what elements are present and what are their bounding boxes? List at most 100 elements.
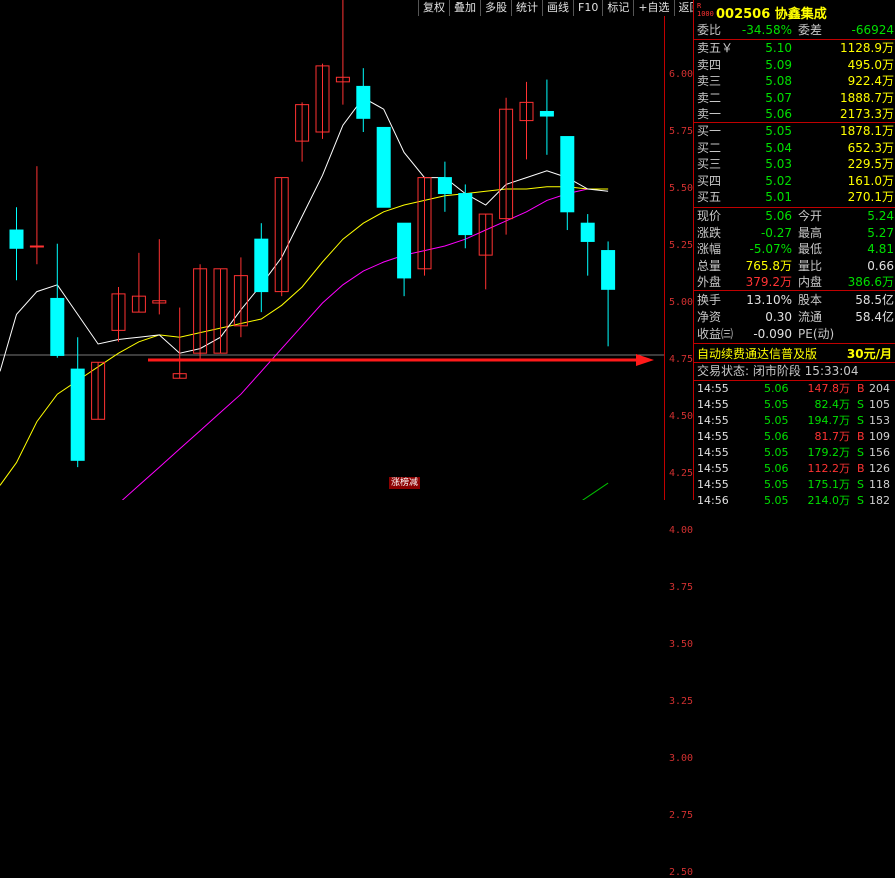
candle-down: [254, 238, 269, 293]
candle-down: [70, 368, 85, 461]
weicha-value: -66924: [851, 23, 894, 37]
tick-time: 14:55: [697, 462, 729, 475]
book-volume: 161.0万: [847, 173, 894, 188]
tick-row[interactable]: 14:55 5.05 175.1万 S 118: [694, 477, 895, 493]
toolbar-btn-7[interactable]: +自选: [634, 0, 675, 16]
toolbar-btn-4[interactable]: 画线: [543, 0, 574, 16]
axis-tick-label: 3.25: [669, 696, 694, 707]
stat-value: 765.8万: [745, 258, 792, 273]
stat-label: 外盘: [697, 275, 722, 290]
book-price: 5.05: [765, 124, 792, 138]
stats-row: 外盘 379.2万 内盘 386.6万: [694, 274, 895, 290]
bid-row[interactable]: 买一 5.05 1878.1万: [694, 123, 895, 139]
toolbar-btn-0[interactable]: 复权: [419, 0, 450, 16]
stock-header: R 1000 002506 协鑫集成: [694, 0, 895, 22]
banner-text[interactable]: 自动续费通达信普及版: [697, 345, 817, 362]
bid-row[interactable]: 买二 5.04 652.3万: [694, 140, 895, 156]
tick-price: 5.06: [764, 462, 789, 475]
axis-tick-label: 3.50: [669, 639, 694, 650]
stat-label: 总量: [697, 258, 722, 273]
tick-row[interactable]: 14:55 5.05 179.2万 S 156: [694, 445, 895, 461]
tick-time: 14:55: [697, 414, 729, 427]
axis-tick-label: 5.00: [669, 297, 694, 308]
tick-row[interactable]: 14:55 5.05 194.7万 S 153: [694, 413, 895, 429]
trade-status-text: 交易状态: 闭市阶段 15:33:04: [697, 364, 859, 378]
stat-label-2: 量比: [798, 258, 823, 273]
stat-label: 收益㈢: [697, 327, 734, 341]
stats-row: 总量 765.8万 量比 0.66: [694, 258, 895, 274]
book-volume: 922.4万: [847, 74, 894, 89]
book-label: 买一: [697, 124, 722, 138]
stat-value-2: 386.6万: [847, 275, 894, 290]
stat-label-2: 流通: [798, 310, 823, 324]
axis-tick-label: 3.00: [669, 753, 694, 764]
rank-badge[interactable]: 涨榜减: [389, 477, 421, 489]
book-label: 卖一: [697, 107, 722, 122]
ma5-line: [0, 97, 609, 372]
tick-row[interactable]: 14:55 5.06 147.8万 B 204: [694, 381, 895, 397]
book-label: 卖四: [697, 57, 722, 72]
ask-row[interactable]: 卖三 5.08 922.4万: [694, 73, 895, 89]
book-label: 买三: [697, 157, 722, 172]
tick-row[interactable]: 14:56 5.05 214.0万 S 182: [694, 493, 895, 509]
tick-time: 14:55: [697, 446, 729, 459]
support-arrow-head: [636, 354, 654, 366]
book-label: 买五: [697, 190, 722, 205]
axis-tick-label: 4.75: [669, 354, 694, 365]
fund-row: 换手 13.10% 股本 58.5亿: [694, 292, 895, 308]
book-label: 卖二: [697, 90, 722, 105]
stat-label-2: 今开: [798, 209, 823, 223]
tick-price: 5.05: [764, 446, 789, 459]
stat-value: -5.07%: [749, 242, 792, 257]
tick-price: 5.06: [764, 382, 789, 395]
tick-row[interactable]: 14:55 5.06 112.2万 B 126: [694, 461, 895, 477]
ask-row[interactable]: 卖四 5.09 495.0万: [694, 57, 895, 73]
banner-price[interactable]: 30元/月: [847, 345, 892, 362]
candle-down: [356, 85, 371, 119]
toolbar-btn-1[interactable]: 叠加: [450, 0, 481, 16]
tick-volume: 112.2万: [807, 462, 851, 475]
stock-title[interactable]: 002506 协鑫集成: [716, 3, 827, 22]
weicha-label: 委差: [798, 23, 823, 37]
quote-panel: R 1000 002506 协鑫集成 委比 -34.58% 委差 -66924 …: [693, 0, 895, 507]
stat-value: 0.30: [765, 310, 792, 324]
stat-label: 净资: [697, 310, 722, 324]
axis-tick-label: 3.75: [669, 582, 694, 593]
tick-row[interactable]: 14:55 5.05 82.4万 S 105: [694, 397, 895, 413]
bid-row[interactable]: 买四 5.02 161.0万: [694, 173, 895, 189]
axis-tick-label: 2.75: [669, 810, 694, 821]
kline-canvas[interactable]: 6.36: [0, 0, 664, 500]
tick-count: 153: [869, 414, 890, 427]
tick-time: 14:55: [697, 398, 729, 411]
tick-time: 14:55: [697, 478, 729, 491]
ask-row[interactable]: 卖一 5.06 2173.3万: [694, 106, 895, 122]
book-price: 5.04: [765, 140, 792, 155]
book-price: 5.01: [765, 190, 792, 205]
toolbar-btn-5[interactable]: F10: [574, 0, 604, 16]
tick-time: 14:55: [697, 430, 729, 443]
book-label: 卖五￥: [697, 41, 734, 55]
stat-label-2: 股本: [798, 293, 823, 307]
book-label: 买四: [697, 173, 722, 188]
toolbar-btn-3[interactable]: 统计: [512, 0, 543, 16]
ask-row[interactable]: 卖二 5.07 1888.7万: [694, 90, 895, 106]
tick-row[interactable]: 14:55 5.06 81.7万 B 109: [694, 429, 895, 445]
candle-down: [9, 229, 24, 249]
stats-row: 涨幅 -5.07% 最低 4.81: [694, 241, 895, 257]
kline-chart[interactable]: 6.36 涨榜减: [0, 0, 664, 500]
subscription-banner[interactable]: 自动续费通达信普及版 30元/月: [694, 344, 895, 362]
toolbar: 复权 叠加 多股 统计 画线 F10 标记 +自选 返回: [418, 0, 706, 16]
tick-volume: 82.4万: [814, 398, 851, 411]
tick-volume: 214.0万: [807, 494, 851, 507]
bid-row[interactable]: 买三 5.03 229.5万: [694, 156, 895, 172]
fund-row: 收益㈢ -0.090 PE(动): [694, 326, 895, 342]
book-price: 5.09: [765, 57, 792, 72]
bid-row[interactable]: 买五 5.01 270.1万: [694, 189, 895, 205]
toolbar-btn-6[interactable]: 标记: [603, 0, 635, 16]
toolbar-btn-2[interactable]: 多股: [481, 0, 512, 16]
stat-value-2: 4.81: [867, 242, 894, 257]
stat-value-2: 58.4亿: [855, 310, 894, 324]
axis-tick-label: 5.75: [669, 126, 694, 137]
ask-row[interactable]: 卖五￥ 5.10 1128.9万: [694, 40, 895, 56]
book-price: 5.02: [765, 173, 792, 188]
